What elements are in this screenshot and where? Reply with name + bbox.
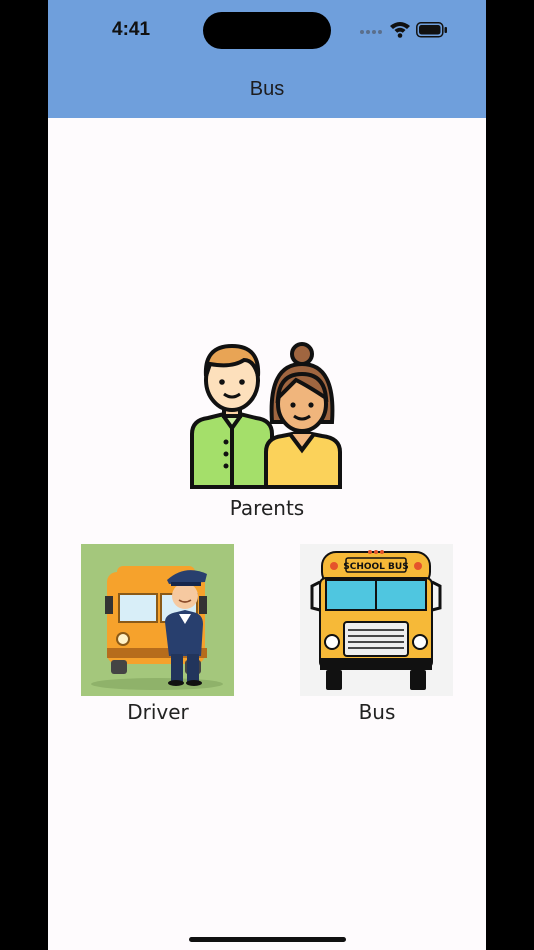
school-bus-image[interactable]: SCHOOL BUS [300, 544, 453, 696]
home-indicator[interactable] [189, 937, 346, 942]
driver-tile[interactable]: Driver [81, 544, 234, 724]
battery-icon [416, 22, 447, 38]
driver-image[interactable] [81, 544, 234, 696]
parents-label[interactable]: Parents [187, 496, 347, 520]
wifi-icon [390, 22, 410, 38]
school-bus-sign: SCHOOL BUS [343, 562, 408, 572]
bus-tile[interactable]: SCHOOL BUS Bus [300, 544, 453, 724]
dynamic-island [203, 12, 331, 49]
nav-title: Bus [249, 78, 285, 100]
bus-label[interactable]: Bus [297, 700, 457, 724]
app-screen: 4:41 Bus Parents Driver SCHOOL BUS Bus [48, 0, 486, 950]
parents-icon[interactable] [188, 342, 346, 492]
cellular-signal-icon [360, 30, 382, 34]
nav-header: 4:41 Bus [48, 0, 486, 118]
status-time: 4:41 [112, 19, 151, 40]
driver-label[interactable]: Driver [78, 700, 238, 724]
